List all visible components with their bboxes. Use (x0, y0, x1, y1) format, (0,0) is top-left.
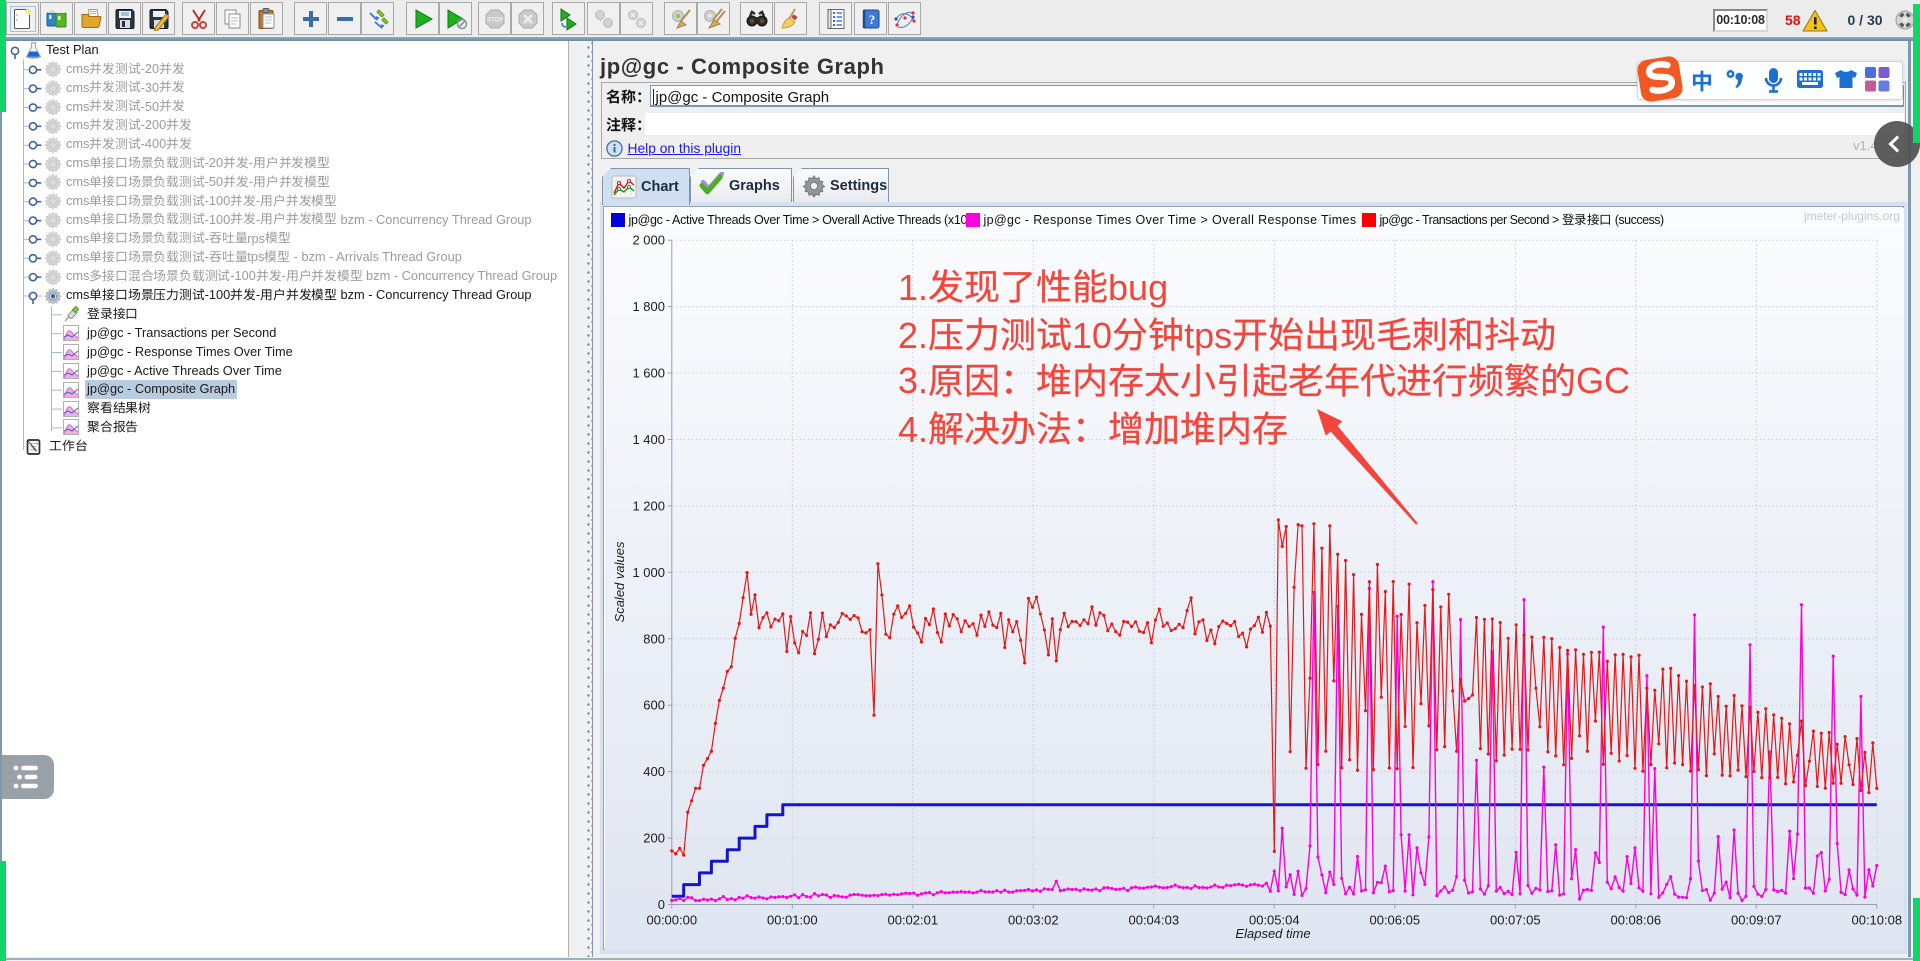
svg-text:1 800: 1 800 (632, 299, 665, 314)
svg-text:0: 0 (658, 897, 665, 912)
svg-text:600: 600 (643, 697, 665, 712)
svg-text:200: 200 (643, 830, 665, 845)
svg-text:1 600: 1 600 (632, 365, 665, 380)
svg-text:00:00:00: 00:00:00 (646, 912, 697, 927)
svg-text:00:02:01: 00:02:01 (887, 912, 938, 927)
svg-text:?: ? (868, 12, 875, 27)
svg-text:00:03:02: 00:03:02 (1008, 912, 1059, 927)
svg-text:00:04:03: 00:04:03 (1128, 912, 1179, 927)
svg-text:800: 800 (643, 631, 665, 646)
svg-text:1 400: 1 400 (632, 432, 665, 447)
svg-text:00:06:05: 00:06:05 (1369, 912, 1420, 927)
svg-text:00:07:05: 00:07:05 (1490, 912, 1541, 927)
svg-text:400: 400 (643, 764, 665, 779)
svg-text:Elapsed time: Elapsed time (1235, 926, 1310, 941)
svg-text:00:09:07: 00:09:07 (1731, 912, 1782, 927)
svg-text:00:08:06: 00:08:06 (1610, 912, 1661, 927)
svg-text:STOP: STOP (486, 17, 502, 23)
svg-text:Scaled values: Scaled values (612, 541, 627, 622)
svg-text:00:10:08: 00:10:08 (1851, 912, 1902, 927)
svg-text:1 000: 1 000 (632, 564, 665, 579)
svg-text:1 200: 1 200 (632, 498, 665, 513)
svg-text:00:01:00: 00:01:00 (767, 912, 818, 927)
svg-text:2 000: 2 000 (632, 232, 665, 247)
